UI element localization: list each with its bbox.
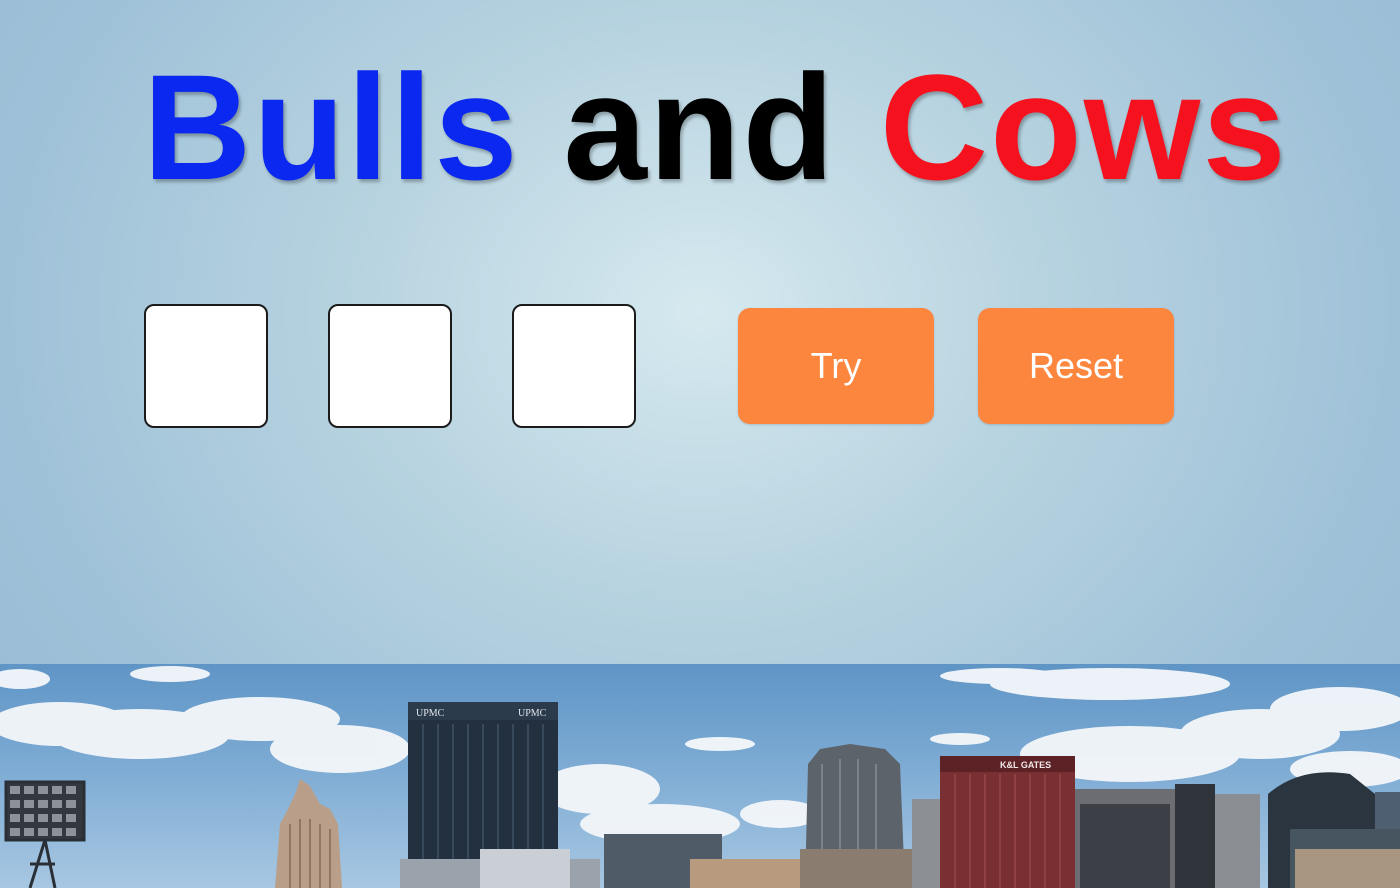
kl-gates-sign: K&L GATES xyxy=(1000,760,1051,770)
digit-input-1[interactable] xyxy=(144,304,268,428)
title-word-and: and xyxy=(563,43,837,211)
upmc-sign-left: UPMC xyxy=(416,708,445,719)
digit-input-3[interactable] xyxy=(512,304,636,428)
reset-button[interactable]: Reset xyxy=(978,308,1174,424)
digit-input-2[interactable] xyxy=(328,304,452,428)
city-skyline-image: UPMC UPMC K&L GATES xyxy=(0,664,1400,888)
try-button[interactable]: Try xyxy=(738,308,934,424)
title-word-bulls: Bulls xyxy=(143,43,520,211)
upmc-sign-right: UPMC xyxy=(518,708,547,719)
title-word-cows: Cows xyxy=(879,43,1288,211)
game-title: Bulls and Cows xyxy=(143,52,1288,202)
